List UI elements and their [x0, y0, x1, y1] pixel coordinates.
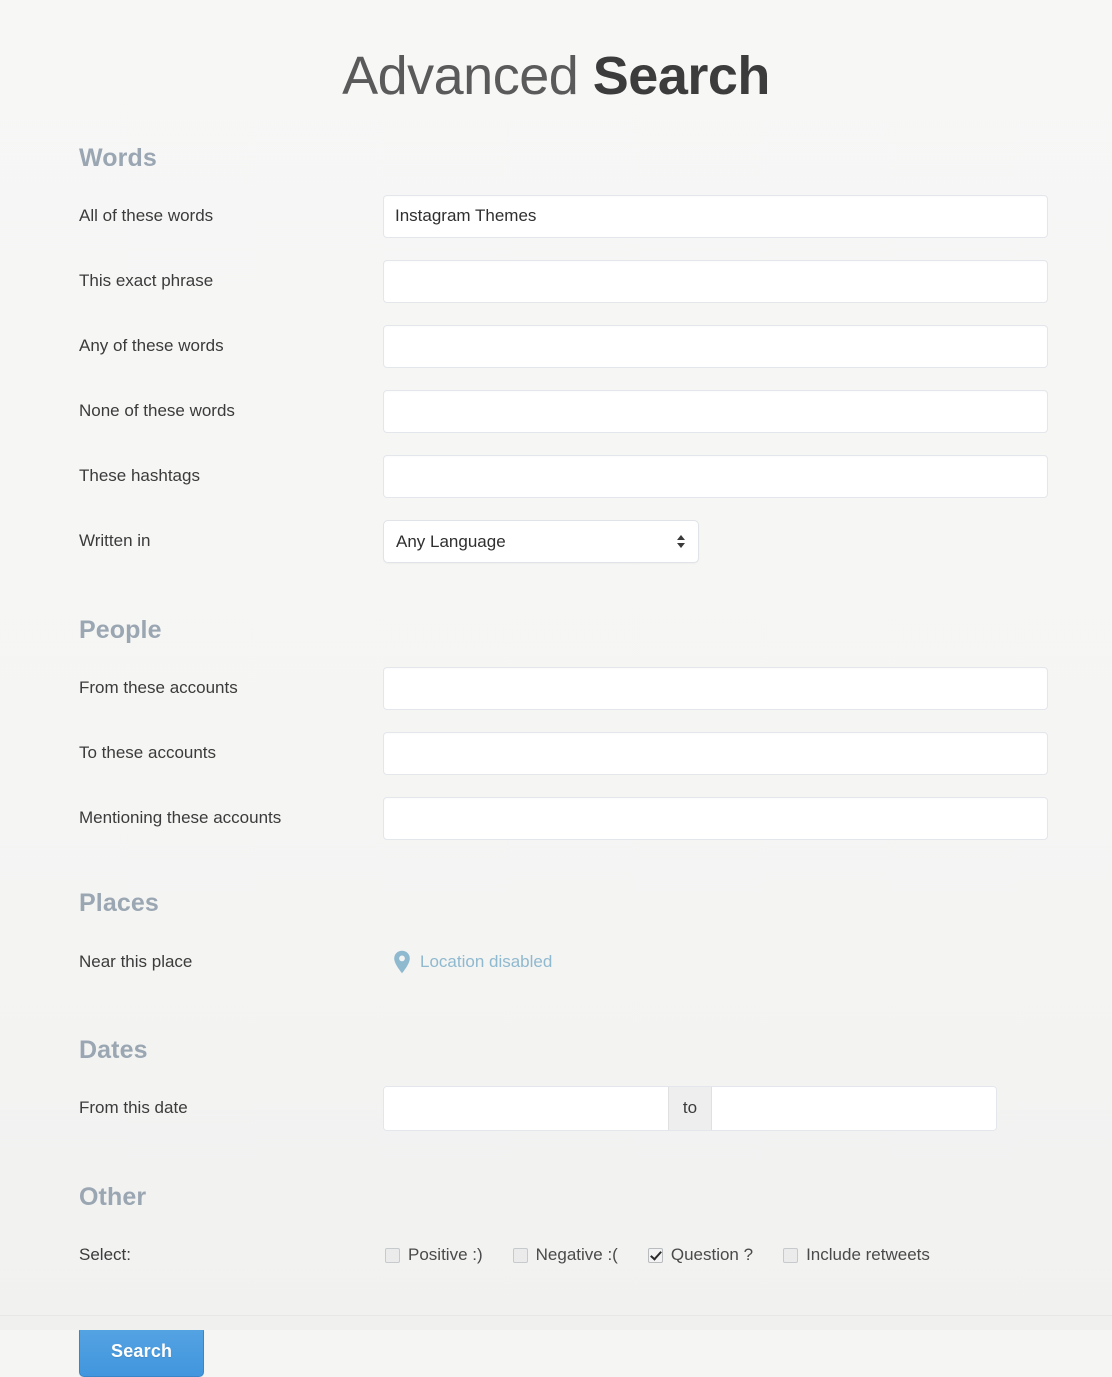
input-to-these-accounts[interactable] — [383, 731, 1048, 775]
label-all-of-these-words: All of these words — [79, 206, 214, 226]
field-none-of-these-words — [383, 389, 1048, 433]
page-title: Advanced Search — [0, 0, 1112, 106]
label-from-this-date: From this date — [79, 1098, 188, 1118]
row-none-of-these-words: None of these words — [79, 384, 1048, 438]
input-date-to[interactable] — [712, 1086, 996, 1130]
page-title-bold: Search — [592, 46, 771, 106]
label-this-exact-phrase: This exact phrase — [79, 271, 214, 291]
field-date-range: to — [383, 1085, 1047, 1131]
field-to-these-accounts — [383, 731, 1048, 775]
field-select-options: Positive :) Negative :( Question ? Inclu… — [383, 1245, 1047, 1265]
page-bottom-edge — [0, 1315, 1112, 1330]
field-any-of-these-words — [383, 324, 1048, 368]
row-near-this-place: Near this place Location disabled — [79, 934, 1047, 990]
location-status[interactable]: Location disabled — [383, 950, 552, 974]
section-heading-people: People — [79, 616, 162, 645]
row-from-these-accounts: From these accounts — [79, 661, 1048, 715]
checkbox-negative[interactable]: Negative :( — [512, 1245, 618, 1265]
row-all-of-these-words: All of these words — [79, 189, 1048, 243]
row-this-exact-phrase: This exact phrase — [79, 254, 1048, 308]
row-select-options: Select: Positive :) Negative :( Question… — [79, 1228, 1047, 1282]
language-select-wrapper: Any Language — [383, 519, 699, 563]
field-near-this-place: Location disabled — [383, 950, 1047, 974]
checkbox-positive-box[interactable] — [385, 1247, 400, 1263]
label-none-of-these-words: None of these words — [79, 401, 235, 421]
advanced-search-form: Words All of these words This exact phra… — [0, 144, 1112, 1377]
section-heading-words: Words — [79, 144, 157, 173]
input-date-from[interactable] — [384, 1086, 668, 1130]
date-range-separator: to — [667, 1086, 713, 1130]
input-mentioning-these-accounts[interactable] — [383, 796, 1048, 840]
select-language[interactable]: Any Language — [383, 519, 699, 563]
row-to-these-accounts: To these accounts — [79, 726, 1048, 780]
map-pin-icon — [393, 950, 411, 974]
input-none-of-these-words[interactable] — [383, 389, 1048, 433]
field-from-these-accounts — [383, 666, 1048, 710]
submit-row: Search — [79, 1326, 1047, 1377]
input-all-of-these-words[interactable] — [383, 194, 1048, 238]
checkbox-negative-label: Negative :( — [535, 1245, 618, 1265]
input-any-of-these-words[interactable] — [383, 324, 1048, 368]
checkbox-positive[interactable]: Positive :) — [385, 1245, 483, 1265]
section-heading-other: Other — [79, 1183, 147, 1212]
field-this-exact-phrase — [383, 259, 1048, 303]
label-to-these-accounts: To these accounts — [79, 743, 217, 763]
row-from-this-date: From this date to — [79, 1081, 1047, 1135]
advanced-search-page: Advanced Search Words All of these words… — [0, 0, 1112, 1377]
label-written-in: Written in — [79, 531, 151, 551]
checkbox-question-label: Question ? — [670, 1245, 754, 1265]
label-from-these-accounts: From these accounts — [79, 678, 238, 698]
checkbox-negative-box[interactable] — [512, 1247, 528, 1263]
field-all-of-these-words — [383, 194, 1048, 238]
checkbox-include-retweets[interactable]: Include retweets — [783, 1245, 930, 1265]
row-any-of-these-words: Any of these words — [79, 319, 1048, 373]
field-these-hashtags — [383, 454, 1048, 498]
search-button[interactable]: Search — [79, 1326, 205, 1377]
checkbox-question[interactable]: Question ? — [647, 1245, 754, 1265]
label-mentioning-these-accounts: Mentioning these accounts — [79, 808, 282, 828]
label-near-this-place: Near this place — [79, 952, 193, 972]
row-mentioning-these-accounts: Mentioning these accounts — [79, 791, 1048, 845]
date-range-group: to — [383, 1085, 997, 1131]
section-heading-places: Places — [79, 889, 159, 918]
checkbox-positive-label: Positive :) — [408, 1245, 483, 1265]
section-heading-dates: Dates — [79, 1036, 148, 1065]
field-written-in: Any Language — [383, 519, 1047, 563]
label-these-hashtags: These hashtags — [79, 466, 200, 486]
checkbox-include-retweets-label: Include retweets — [806, 1245, 930, 1265]
checkbox-group: Positive :) Negative :( Question ? Inclu… — [383, 1245, 930, 1265]
input-these-hashtags[interactable] — [383, 454, 1048, 498]
row-written-in: Written in Any Language — [79, 514, 1047, 568]
location-status-text: Location disabled — [420, 952, 553, 972]
input-from-these-accounts[interactable] — [383, 666, 1048, 710]
input-this-exact-phrase[interactable] — [383, 259, 1048, 303]
checkbox-question-box[interactable] — [647, 1247, 663, 1263]
checkbox-include-retweets-box[interactable] — [783, 1247, 799, 1263]
field-mentioning-these-accounts — [383, 796, 1048, 840]
page-title-thin: Advanced — [342, 46, 593, 106]
label-select: Select: — [79, 1245, 131, 1265]
row-these-hashtags: These hashtags — [79, 449, 1048, 503]
label-any-of-these-words: Any of these words — [79, 336, 224, 356]
